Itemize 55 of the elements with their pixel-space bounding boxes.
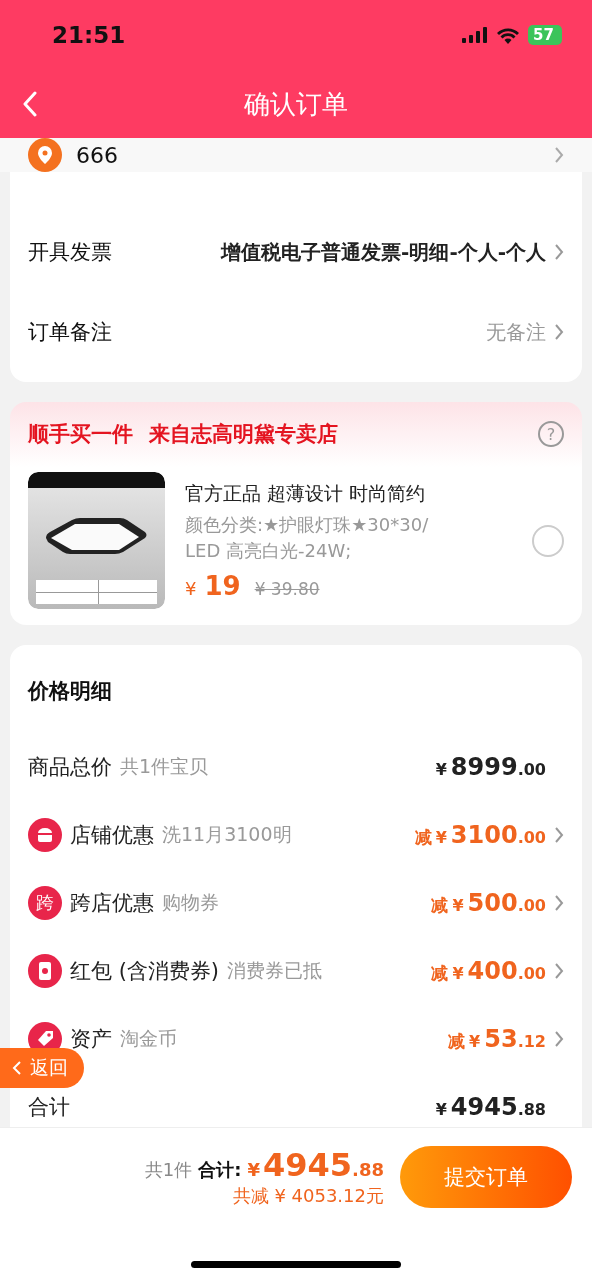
status-time: 21:51 (52, 22, 126, 48)
option-value: 增值税电子普通发票-明细-个人-个人 (219, 238, 546, 266)
option-value: 无备注 (485, 318, 546, 346)
signal-icon (462, 27, 488, 43)
original-price: ¥ 39.80 (254, 578, 320, 599)
price-amount: ¥ 8999.00 (435, 753, 546, 781)
back-icon (12, 1060, 22, 1076)
price-label: 红包 (含消费券) (70, 958, 220, 985)
price-amount: 减 ¥ 3100.00 (414, 821, 546, 849)
total-label: 合计: (198, 1158, 242, 1182)
price-label: 店铺优惠 (70, 822, 154, 849)
total-label: 合计 (28, 1094, 70, 1121)
chevron-icon (554, 323, 564, 341)
page-title: 确认订单 (244, 87, 348, 121)
price-note: 购物券 (162, 890, 220, 915)
price-note: 共1件宝贝 (120, 754, 210, 779)
store-name: 来自志高明黛专卖店 (149, 421, 338, 448)
chevron-icon[interactable] (554, 1030, 564, 1048)
wifi-icon (496, 26, 520, 44)
chevron-icon[interactable] (554, 826, 564, 844)
total-amount: ¥4945.88 (247, 1146, 384, 1184)
price-amount: 减 ¥ 500.00 (431, 889, 546, 917)
addon-title: 顺手买一件 (28, 421, 133, 448)
option-row[interactable]: 订单备注 无备注 (10, 292, 582, 372)
envelope-icon (28, 954, 62, 988)
product-spec: LED 高亮白光-24W; (185, 538, 353, 563)
price-label: 商品总价 (28, 754, 112, 781)
section-title: 价格明细 (28, 678, 113, 705)
total-saved: 共减 ¥ 4053.12元 (232, 1184, 384, 1208)
product-spec: 颜色分类:★护眼灯珠★30*30/ (185, 512, 430, 537)
select-radio[interactable] (532, 524, 564, 557)
address-row[interactable]: 666 (0, 138, 592, 172)
cross-store-badge: 跨 (28, 886, 62, 920)
total-amount: ¥ 4945.88 (435, 1093, 546, 1121)
store-icon (28, 818, 62, 852)
price-note: 消费券已抵 (227, 958, 324, 983)
product-price: 19 (204, 570, 241, 601)
option-label: 开具发票 (28, 239, 113, 266)
back-icon[interactable] (22, 91, 38, 117)
option-label: 订单备注 (28, 319, 113, 346)
price-label: 跨店优惠 (70, 890, 154, 917)
product-title: 官方正品 超薄设计 时尚简约 (185, 480, 427, 506)
battery-level: 57 (528, 25, 562, 45)
currency-symbol: ¥ (185, 577, 197, 599)
option-row[interactable]: 开具发票 增值税电子普通发票-明细-个人-个人 (10, 212, 582, 292)
address-name: 666 (76, 142, 119, 168)
chevron-icon[interactable] (554, 962, 564, 980)
price-amount: 减 ¥ 53.12 (448, 1025, 546, 1053)
price-note: 淘金币 (120, 1026, 178, 1051)
chevron-icon (554, 243, 564, 261)
price-note: 洗11月3100明 (162, 822, 293, 847)
chevron-icon[interactable] (554, 894, 564, 912)
price-amount: 减 ¥ 400.00 (431, 957, 546, 985)
item-count: 共1件 (144, 1158, 193, 1182)
chevron-icon (554, 146, 564, 164)
